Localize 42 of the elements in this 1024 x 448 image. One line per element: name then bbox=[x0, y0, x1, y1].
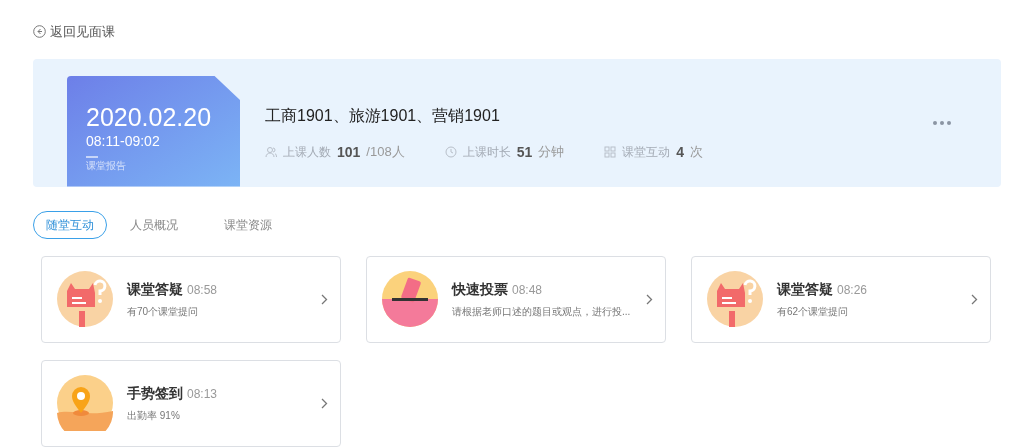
activity-description: 出勤率 91% bbox=[127, 409, 180, 423]
stat-unit: 次 bbox=[690, 143, 704, 162]
activity-description: 请根据老师口述的题目或观点，进行投... bbox=[452, 305, 631, 319]
ballot-box-icon bbox=[382, 271, 438, 327]
stat-value: 101 bbox=[337, 142, 361, 162]
time-range: 08:11-09:02 bbox=[86, 131, 161, 150]
activity-time: 08:13 bbox=[187, 386, 218, 403]
chevron-right-icon bbox=[971, 293, 978, 305]
report-label: 课堂报告 bbox=[86, 159, 127, 172]
people-icon bbox=[265, 146, 277, 158]
stat-unit: /108人 bbox=[366, 143, 405, 162]
activity-description: 有62个课堂提问 bbox=[777, 305, 849, 319]
chevron-right-icon bbox=[321, 293, 328, 305]
activity-card[interactable]: 快速投票 08:48 请根据老师口述的题目或观点，进行投... bbox=[366, 255, 666, 343]
chevron-right-icon bbox=[321, 397, 328, 409]
tab[interactable]: 课堂资源 bbox=[211, 210, 285, 239]
activity-card[interactable]: 手势签到 08:13 出勤率 91% bbox=[41, 359, 341, 447]
activity-title: 课堂答疑 bbox=[777, 280, 833, 299]
stat-value: 51 bbox=[516, 142, 533, 162]
activity-time: 08:58 bbox=[187, 282, 218, 299]
activity-title: 课堂答疑 bbox=[127, 280, 183, 299]
activity-title: 手势签到 bbox=[127, 384, 183, 403]
activity-card[interactable]: 课堂答疑 08:26 有62个课堂提问 bbox=[691, 255, 991, 343]
stat-label: 课堂互动 bbox=[622, 144, 671, 161]
stat-value: 4 bbox=[676, 142, 685, 162]
activity-title: 快速投票 bbox=[452, 280, 508, 299]
tab[interactable]: 人员概况 bbox=[117, 210, 191, 239]
question-sign-icon bbox=[707, 271, 763, 327]
activity-time: 08:48 bbox=[512, 282, 543, 299]
chevron-right-icon bbox=[646, 293, 653, 305]
clock-icon bbox=[444, 146, 457, 158]
squares-icon bbox=[604, 146, 617, 158]
activity-description: 有70个课堂提问 bbox=[127, 305, 199, 319]
back-link[interactable]: 返回见面课 bbox=[33, 22, 115, 42]
activity-card[interactable]: 课堂答疑 08:58 有70个课堂提问 bbox=[41, 255, 341, 343]
more-button[interactable] bbox=[933, 120, 951, 125]
stat-unit: 分钟 bbox=[538, 143, 565, 162]
location-pin-icon bbox=[57, 375, 113, 431]
question-sign-icon bbox=[57, 271, 113, 327]
activity-time: 08:26 bbox=[837, 282, 868, 299]
class-names: 工商1901、旅游1901、营销1901 bbox=[265, 105, 501, 126]
date-text: 2020.02.20 bbox=[86, 101, 213, 132]
